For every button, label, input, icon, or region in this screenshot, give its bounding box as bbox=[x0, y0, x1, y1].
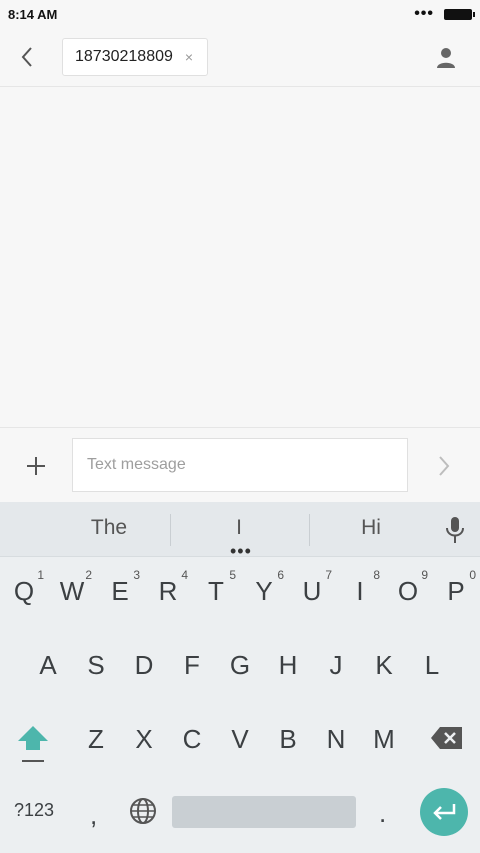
signal-dots-icon: ••• bbox=[414, 5, 434, 22]
chevron-left-icon bbox=[21, 47, 32, 67]
suggestion-3[interactable]: Hi bbox=[321, 516, 421, 540]
key-g[interactable]: G bbox=[218, 650, 262, 681]
more-suggestions-icon[interactable]: ••• bbox=[230, 542, 252, 560]
contact-button[interactable] bbox=[432, 44, 460, 72]
space-bar[interactable] bbox=[172, 796, 356, 828]
key-j[interactable]: J bbox=[314, 650, 358, 681]
comma-key[interactable]: , bbox=[90, 800, 97, 831]
attach-button[interactable] bbox=[22, 452, 50, 480]
key-p[interactable]: P0 bbox=[434, 568, 478, 607]
symbols-key[interactable]: ?123 bbox=[14, 800, 54, 821]
language-key[interactable] bbox=[128, 796, 158, 831]
key-hint: 6 bbox=[277, 568, 284, 582]
chevron-right-icon bbox=[439, 456, 450, 476]
conversation-header: 18730218809 × bbox=[0, 28, 480, 87]
enter-key[interactable] bbox=[420, 788, 468, 836]
key-hint: 1 bbox=[37, 568, 44, 582]
key-k[interactable]: K bbox=[362, 650, 406, 681]
recipient-chip[interactable]: 18730218809 × bbox=[62, 38, 208, 76]
key-hint: 9 bbox=[421, 568, 428, 582]
status-time: 8:14 AM bbox=[8, 6, 58, 22]
remove-recipient-icon[interactable]: × bbox=[185, 49, 193, 65]
key-label: O bbox=[397, 576, 419, 606]
key-label: P bbox=[447, 576, 465, 606]
message-thread bbox=[0, 87, 480, 427]
period-key[interactable]: . bbox=[379, 798, 386, 829]
key-q[interactable]: Q1 bbox=[2, 568, 46, 607]
key-c[interactable]: C bbox=[170, 724, 214, 755]
key-hint: 7 bbox=[325, 568, 332, 582]
keyboard: The I ••• Hi Q1 W2 E3 R4 T5 Y6 U7 I8 O9 … bbox=[0, 502, 480, 853]
key-y[interactable]: Y6 bbox=[242, 568, 286, 607]
send-button[interactable] bbox=[430, 452, 458, 480]
key-z[interactable]: Z bbox=[74, 724, 118, 755]
globe-icon bbox=[130, 798, 156, 824]
key-m[interactable]: M bbox=[362, 724, 406, 755]
recipient-number: 18730218809 bbox=[75, 48, 173, 65]
key-hint: 4 bbox=[181, 568, 188, 582]
back-button[interactable] bbox=[12, 42, 42, 72]
key-e[interactable]: E3 bbox=[98, 568, 142, 607]
key-a[interactable]: A bbox=[26, 650, 70, 681]
key-t[interactable]: T5 bbox=[194, 568, 238, 607]
key-n[interactable]: N bbox=[314, 724, 358, 755]
status-icons: ••• bbox=[414, 5, 475, 22]
key-w[interactable]: W2 bbox=[50, 568, 94, 607]
key-h[interactable]: H bbox=[266, 650, 310, 681]
enter-arrow-icon bbox=[433, 804, 456, 820]
key-label: U bbox=[302, 576, 322, 606]
suggestion-divider bbox=[170, 514, 171, 546]
key-r[interactable]: R4 bbox=[146, 568, 190, 607]
backspace-icon bbox=[431, 727, 462, 749]
status-bar: 8:14 AM ••• bbox=[0, 0, 480, 28]
suggestion-bar: The I ••• Hi bbox=[0, 502, 480, 560]
key-hint: 2 bbox=[85, 568, 92, 582]
shift-key[interactable] bbox=[16, 724, 50, 771]
key-b[interactable]: B bbox=[266, 724, 310, 755]
key-label: Q bbox=[13, 576, 35, 606]
compose-bar bbox=[0, 427, 480, 502]
key-v[interactable]: V bbox=[218, 724, 262, 755]
key-label: I bbox=[356, 576, 364, 606]
key-hint: 0 bbox=[469, 568, 476, 582]
key-label: T bbox=[208, 576, 224, 606]
key-label: Y bbox=[255, 576, 273, 606]
suggestion-1[interactable]: The bbox=[59, 516, 159, 540]
key-hint: 5 bbox=[229, 568, 236, 582]
key-o[interactable]: O9 bbox=[386, 568, 430, 607]
microphone-icon[interactable] bbox=[444, 516, 466, 544]
plus-icon bbox=[27, 457, 45, 475]
backspace-key[interactable] bbox=[430, 726, 464, 755]
key-i[interactable]: I8 bbox=[338, 568, 382, 607]
key-x[interactable]: X bbox=[122, 724, 166, 755]
person-icon bbox=[437, 48, 455, 68]
suggestion-divider bbox=[309, 514, 310, 546]
key-l[interactable]: L bbox=[410, 650, 454, 681]
key-f[interactable]: F bbox=[170, 650, 214, 681]
key-label: E bbox=[111, 576, 129, 606]
key-hint: 8 bbox=[373, 568, 380, 582]
shift-arrow-icon bbox=[18, 726, 48, 762]
message-input[interactable] bbox=[72, 438, 408, 492]
suggestion-2[interactable]: I bbox=[189, 516, 289, 540]
battery-icon bbox=[444, 8, 475, 20]
key-label: W bbox=[59, 576, 85, 606]
key-label: R bbox=[158, 576, 178, 606]
key-s[interactable]: S bbox=[74, 650, 118, 681]
key-d[interactable]: D bbox=[122, 650, 166, 681]
key-u[interactable]: U7 bbox=[290, 568, 334, 607]
key-hint: 3 bbox=[133, 568, 140, 582]
